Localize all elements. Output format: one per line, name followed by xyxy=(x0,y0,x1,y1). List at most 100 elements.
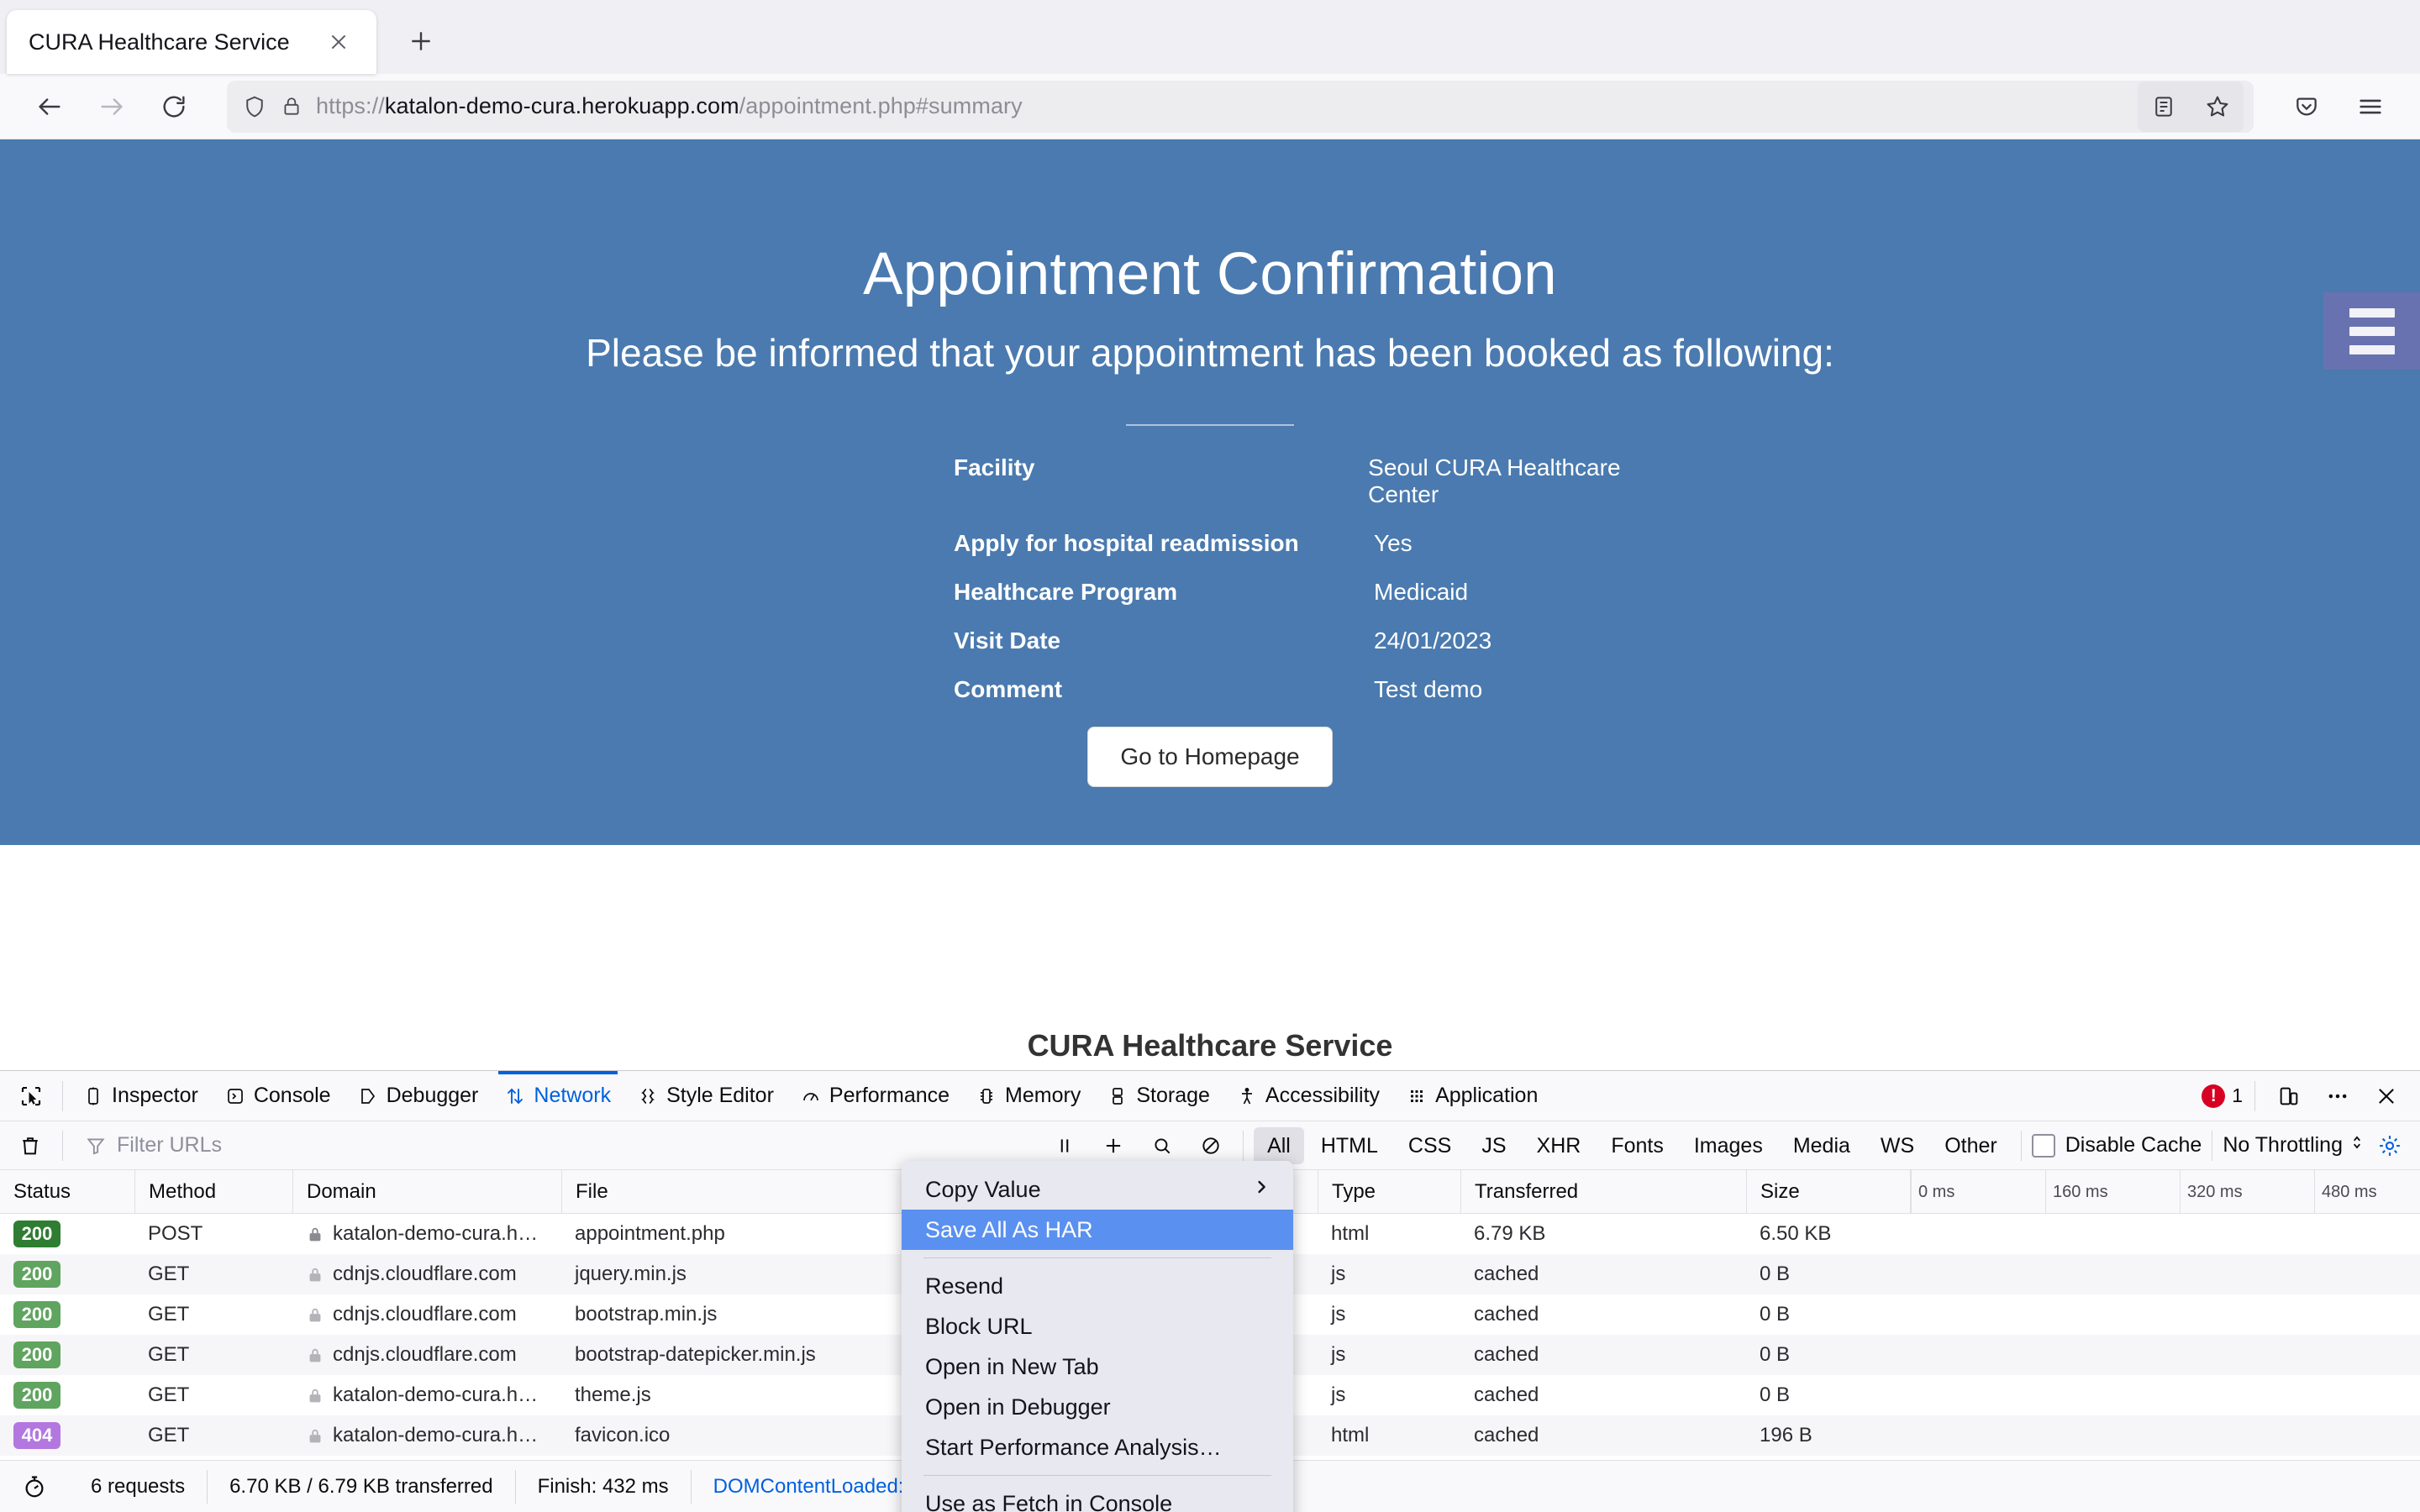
domain-text: cdnjs.cloudflare.com xyxy=(333,1303,517,1326)
shield-icon[interactable] xyxy=(242,94,267,119)
memory-icon xyxy=(976,1086,997,1106)
type-filter-css[interactable]: CSS xyxy=(1395,1127,1465,1164)
go-to-homepage-button[interactable]: Go to Homepage xyxy=(1087,727,1332,787)
tab-application[interactable]: Application xyxy=(1393,1071,1551,1121)
context-menu-item-start-performance-analysis[interactable]: Start Performance Analysis… xyxy=(902,1427,1293,1467)
disable-cache-label: Disable Cache xyxy=(2065,1133,2202,1158)
menu-item-label: Copy Value xyxy=(925,1177,1041,1203)
type-filter-other[interactable]: Other xyxy=(1931,1127,2011,1164)
filter-urls-input[interactable]: Filter URLs xyxy=(73,1126,1039,1165)
url-text: https://katalon-demo-cura.herokuapp.com/… xyxy=(316,93,2124,119)
tab-inspector[interactable]: Inspector xyxy=(70,1071,212,1121)
cell-transferred: cached xyxy=(1460,1415,1746,1456)
pocket-icon[interactable] xyxy=(2279,79,2334,134)
gear-icon[interactable] xyxy=(2368,1124,2412,1168)
context-menu-item-block-url[interactable]: Block URL xyxy=(902,1306,1293,1347)
cell-type: js xyxy=(1318,1335,1460,1375)
type-filter-media[interactable]: Media xyxy=(1780,1127,1864,1164)
plus-icon[interactable] xyxy=(395,15,447,67)
cell-method: GET xyxy=(134,1294,292,1335)
type-filter-html[interactable]: HTML xyxy=(1307,1127,1392,1164)
column-header-transferred[interactable]: Transferred xyxy=(1460,1170,1746,1214)
lock-icon xyxy=(306,1266,324,1284)
cell-status: 200 xyxy=(0,1254,134,1294)
tab-debugger[interactable]: Debugger xyxy=(345,1071,492,1121)
tab-console[interactable]: Console xyxy=(212,1071,345,1121)
summary-label: Apply for hospital readmission xyxy=(954,530,1374,557)
reload-icon[interactable] xyxy=(146,79,202,134)
back-arrow-icon[interactable] xyxy=(22,79,77,134)
performance-icon xyxy=(801,1086,821,1106)
type-filter-ws[interactable]: WS xyxy=(1867,1127,1928,1164)
hamburger-menu-icon[interactable] xyxy=(2343,79,2398,134)
filter-placeholder: Filter URLs xyxy=(117,1133,222,1158)
column-header-status[interactable]: Status xyxy=(0,1170,134,1214)
page-footer: CURA Healthcare Service xyxy=(0,845,2420,1070)
page-lead-text: Please be informed that your appointment… xyxy=(0,330,2420,375)
star-icon[interactable] xyxy=(2193,83,2242,130)
context-menu-item-resend[interactable]: Resend xyxy=(902,1266,1293,1306)
url-path: /appointment.php#summary xyxy=(739,93,1023,118)
lock-icon[interactable] xyxy=(281,96,302,118)
tab-accessibility[interactable]: Accessibility xyxy=(1223,1071,1393,1121)
cell-method: POST xyxy=(134,1214,292,1254)
page-title: Appointment Confirmation xyxy=(0,139,2420,308)
network-context-menu: Copy Value Save All As HAR Resend Block … xyxy=(902,1161,1293,1512)
throttling-value: No Throttling xyxy=(2223,1133,2343,1158)
browser-tab[interactable]: CURA Healthcare Service xyxy=(7,10,376,74)
tab-performance[interactable]: Performance xyxy=(787,1071,963,1121)
tab-label: Network xyxy=(534,1084,611,1108)
trash-icon[interactable] xyxy=(8,1124,52,1168)
page-hamburger-menu-icon[interactable] xyxy=(2323,292,2420,370)
menu-item-label: Block URL xyxy=(925,1314,1033,1340)
type-filter-xhr[interactable]: XHR xyxy=(1523,1127,1595,1164)
lock-icon xyxy=(306,1306,324,1325)
tab-style-editor[interactable]: Style Editor xyxy=(624,1071,787,1121)
more-options-icon[interactable] xyxy=(2316,1074,2360,1118)
forward-arrow-icon[interactable] xyxy=(84,79,139,134)
tab-network[interactable]: Network xyxy=(492,1071,624,1121)
close-icon[interactable] xyxy=(319,23,358,61)
tab-memory[interactable]: Memory xyxy=(963,1071,1094,1121)
close-icon[interactable] xyxy=(2365,1074,2408,1118)
context-menu-item-save-all-as-har[interactable]: Save All As HAR xyxy=(902,1210,1293,1250)
error-icon: ! xyxy=(2202,1084,2225,1108)
column-header-domain[interactable]: Domain xyxy=(292,1170,561,1214)
reader-view-icon[interactable] xyxy=(2139,83,2188,130)
column-header-method[interactable]: Method xyxy=(134,1170,292,1214)
application-icon xyxy=(1407,1086,1427,1106)
domain-text: cdnjs.cloudflare.com xyxy=(333,1263,517,1285)
column-header-size[interactable]: Size xyxy=(1746,1170,1910,1214)
type-filter-all[interactable]: All xyxy=(1254,1127,1304,1164)
cell-status: 200 xyxy=(0,1294,134,1335)
tab-storage[interactable]: Storage xyxy=(1094,1071,1223,1121)
type-filter-js[interactable]: JS xyxy=(1468,1127,1519,1164)
menu-item-label: Use as Fetch in Console xyxy=(925,1491,1172,1512)
throttling-select[interactable]: No Throttling xyxy=(2223,1133,2365,1158)
checkbox-box xyxy=(2032,1134,2055,1158)
timeline-tick: 0 ms xyxy=(1911,1170,1954,1214)
summary-value: Yes xyxy=(1374,530,1413,557)
type-filter-fonts[interactable]: Fonts xyxy=(1597,1127,1677,1164)
context-menu-item-open-in-new-tab[interactable]: Open in New Tab xyxy=(902,1347,1293,1387)
context-menu-item-open-in-debugger[interactable]: Open in Debugger xyxy=(902,1387,1293,1427)
type-filter-images[interactable]: Images xyxy=(1681,1127,1776,1164)
cell-domain: cdnjs.cloudflare.com xyxy=(292,1294,561,1335)
tab-label: Inspector xyxy=(112,1084,198,1108)
disable-cache-checkbox[interactable]: Disable Cache xyxy=(2032,1133,2202,1158)
cell-method: GET xyxy=(134,1254,292,1294)
tab-title: CURA Healthcare Service xyxy=(29,29,319,55)
cell-size: 0 B xyxy=(1746,1335,1910,1375)
address-bar[interactable]: https://katalon-demo-cura.herokuapp.com/… xyxy=(227,81,2254,133)
page-hero: Appointment Confirmation Please be infor… xyxy=(0,139,2420,845)
element-picker-icon[interactable] xyxy=(7,1072,55,1121)
error-count-badge[interactable]: ! 1 xyxy=(2202,1084,2243,1108)
summary-label: Healthcare Program xyxy=(954,579,1374,606)
url-prefix: https:// xyxy=(316,93,385,118)
context-menu-item-use-as-fetch-in-console[interactable]: Use as Fetch in Console xyxy=(902,1483,1293,1512)
context-menu-item-copy-value[interactable]: Copy Value xyxy=(902,1169,1293,1210)
column-header-type[interactable]: Type xyxy=(1318,1170,1460,1214)
cell-type: html xyxy=(1318,1214,1460,1254)
tab-strip: CURA Healthcare Service xyxy=(0,0,2420,74)
responsive-design-mode-icon[interactable] xyxy=(2267,1074,2311,1118)
